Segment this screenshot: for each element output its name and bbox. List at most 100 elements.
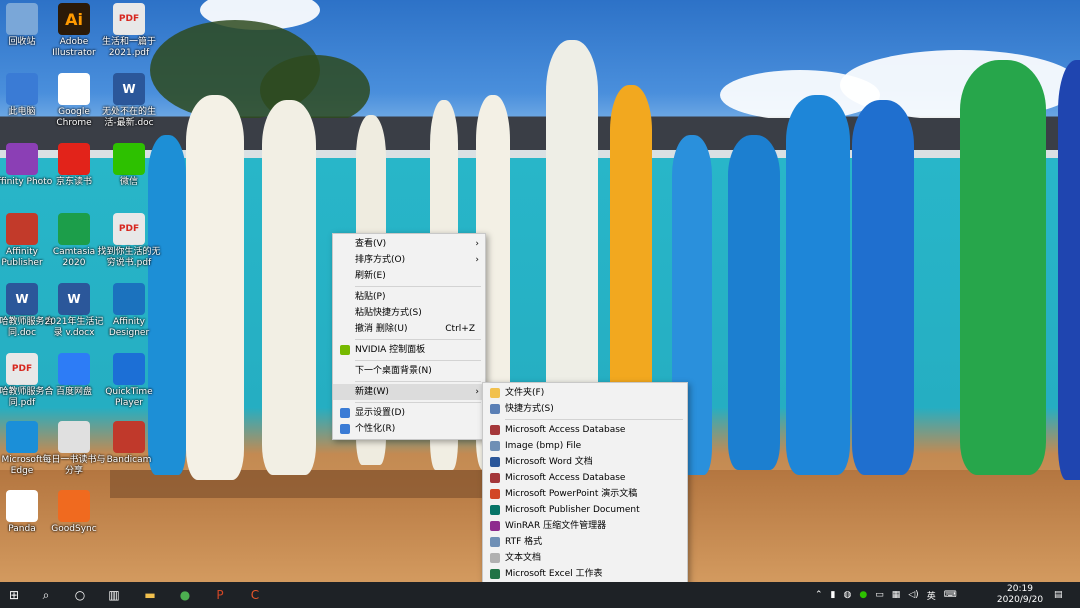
chrome-icon <box>58 73 90 105</box>
shortcut-icon <box>490 404 500 414</box>
word-icon <box>490 457 500 467</box>
submenu-item[interactable]: Microsoft Word 文档 <box>483 454 687 470</box>
wechat-icon <box>113 143 145 175</box>
baidu-netdisk-icon <box>58 353 90 385</box>
submenu-item-label: Microsoft Access Database <box>505 473 626 483</box>
desktop-icon[interactable]: GoodSync <box>42 490 106 535</box>
volume-icon[interactable]: ◁) <box>908 590 918 600</box>
desktop-icon-label: GoodSync <box>51 524 97 534</box>
context-menu-item-label: 新建(W) <box>355 387 389 397</box>
start-button[interactable]: ⊞ <box>4 585 24 605</box>
cortana-button[interactable]: ○ <box>70 585 90 605</box>
jd-read-icon <box>58 143 90 175</box>
new-submenu: 文件夹(F) 快捷方式(S) Microsoft Access Database Im… <box>482 382 688 601</box>
bmp-icon <box>490 441 500 451</box>
submenu-item[interactable]: Microsoft Access Database <box>483 422 687 438</box>
context-menu-item-label: 刷新(E) <box>355 271 386 281</box>
context-menu-item-label: 下一个桌面背景(N) <box>355 366 432 376</box>
menu-separator <box>355 286 481 287</box>
wechat-tray-icon[interactable]: ● <box>859 590 867 600</box>
recycle-bin-icon <box>6 3 38 35</box>
desktop-icon-label: QuickTime Player <box>105 387 153 408</box>
context-menu-item[interactable]: 撤消 删除(U) Ctrl+Z <box>333 321 485 337</box>
submenu-item-label: RTF 格式 <box>505 537 543 547</box>
submenu-item[interactable]: Microsoft Publisher Document <box>483 502 687 518</box>
illustrator-icon: Ai <box>58 3 90 35</box>
context-menu-item[interactable]: 粘贴(P) <box>333 289 485 305</box>
word-doc-icon: W <box>113 73 145 105</box>
camtasia-icon <box>58 213 90 245</box>
submenu-item[interactable]: Microsoft Excel 工作表 <box>483 566 687 582</box>
edge-icon <box>6 421 38 453</box>
context-menu-item[interactable]: 刷新(E) <box>333 268 485 284</box>
quicktime-icon <box>113 353 145 385</box>
desktop-context-menu: 查看(V) › 排序方式(O) › 刷新(E) 粘贴(P) 粘贴快捷方式(S) 撤消 删除(U… <box>332 233 486 440</box>
submenu-item[interactable]: WinRAR 压缩文件管理器 <box>483 518 687 534</box>
menu-separator <box>505 419 683 420</box>
word-doc-icon: W <box>6 283 38 315</box>
word-doc-icon: W <box>58 283 90 315</box>
notification-button[interactable]: ▤ <box>1054 582 1063 608</box>
winrar-icon <box>490 521 500 531</box>
context-menu-item[interactable]: 粘贴快捷方式(S) <box>333 305 485 321</box>
submenu-item-label: Microsoft Publisher Document <box>505 505 640 515</box>
context-menu-item[interactable]: NVIDIA 控制面板 <box>333 342 485 358</box>
submenu-item[interactable]: RTF 格式 <box>483 534 687 550</box>
file-explorer-button[interactable]: ▬ <box>140 585 160 605</box>
battery-icon[interactable]: ▭ <box>875 590 884 600</box>
submenu-item-label: Microsoft Excel 工作表 <box>505 569 603 579</box>
desktop-icon[interactable]: Affinity Designer <box>97 283 161 339</box>
access-icon <box>490 425 500 435</box>
network-icon[interactable]: ▦ <box>892 590 901 600</box>
submenu-item[interactable]: Image (bmp) File <box>483 438 687 454</box>
taskbar: ⊞ ⌕ ○ ▥ ▬ ● P C ⌃ ▮ ◍ ● ▭ ▦ ◁) 英 ⌨ 20:19 2020/9… <box>0 582 1080 608</box>
context-menu-item-label: NVIDIA 控制面板 <box>355 345 426 355</box>
submenu-item-label: WinRAR 压缩文件管理器 <box>505 521 607 531</box>
clock-date: 2020/9/20 <box>996 595 1044 605</box>
shortcut-icon <box>58 421 90 453</box>
desktop-icon[interactable]: 微信 <box>97 143 161 188</box>
desktop-icon-label: Bandicam <box>106 455 152 465</box>
access-icon <box>490 473 500 483</box>
context-menu-item[interactable]: 新建(W) › <box>333 384 485 400</box>
bandicam-icon <box>113 421 145 453</box>
ime-indicator[interactable]: 英 <box>927 589 936 602</box>
submenu-item[interactable]: 文件夹(F) <box>483 385 687 401</box>
chevron-up-icon[interactable]: ⌃ <box>815 590 823 600</box>
desktop-icon[interactable]: QuickTime Player <box>97 353 161 409</box>
submenu-item[interactable]: Microsoft Access Database <box>483 470 687 486</box>
context-menu-item-label: 排序方式(O) <box>355 255 406 265</box>
desktop-icon[interactable]: PDF 找到你生活的无穷说书.pdf <box>97 213 161 269</box>
clock[interactable]: 20:19 2020/9/20 <box>990 582 1050 608</box>
powerpoint-button[interactable]: P <box>210 585 230 605</box>
context-menu-item[interactable]: 查看(V) › <box>333 236 485 252</box>
camtasia-button[interactable]: C <box>245 585 265 605</box>
context-menu-item[interactable]: 显示设置(D) <box>333 405 485 421</box>
submenu-item-label: 文本文档 <box>505 553 542 563</box>
menu-shortcut: Ctrl+Z <box>445 324 475 334</box>
affinity-designer-icon <box>113 283 145 315</box>
tray-app-icon[interactable]: ▮ <box>831 590 836 600</box>
submenu-item[interactable]: 快捷方式(S) <box>483 401 687 417</box>
search-button[interactable]: ⌕ <box>36 585 56 605</box>
mic-icon[interactable]: ◍ <box>844 590 852 600</box>
desktop-icon[interactable]: PDF 生活和一篇于 2021.pdf <box>97 3 161 59</box>
submenu-item[interactable]: 文本文档 <box>483 550 687 566</box>
desktop-icon-label: 无处不在的生活-最新.doc <box>101 107 156 128</box>
context-menu-item[interactable]: 个性化(R) <box>333 421 485 437</box>
notification-icon: ▤ <box>1054 590 1063 600</box>
menu-separator <box>355 381 481 382</box>
keyboard-icon[interactable]: ⌨ <box>944 590 957 600</box>
display-settings-icon <box>340 408 350 418</box>
menu-separator <box>355 402 481 403</box>
nvidia-icon <box>340 345 350 355</box>
context-menu-item[interactable]: 排序方式(O) › <box>333 252 485 268</box>
context-menu-item[interactable]: 下一个桌面背景(N) <box>333 363 485 379</box>
desktop-icon[interactable]: W 无处不在的生活-最新.doc <box>97 73 161 129</box>
chrome-button[interactable]: ● <box>175 585 195 605</box>
pdf-icon: PDF <box>6 353 38 385</box>
task-view-button[interactable]: ▥ <box>104 585 124 605</box>
desktop-icon[interactable]: Bandicam <box>97 421 161 466</box>
desktop-icon-label: 找到你生活的无穷说书.pdf <box>97 247 161 268</box>
submenu-item[interactable]: Microsoft PowerPoint 演示文稿 <box>483 486 687 502</box>
